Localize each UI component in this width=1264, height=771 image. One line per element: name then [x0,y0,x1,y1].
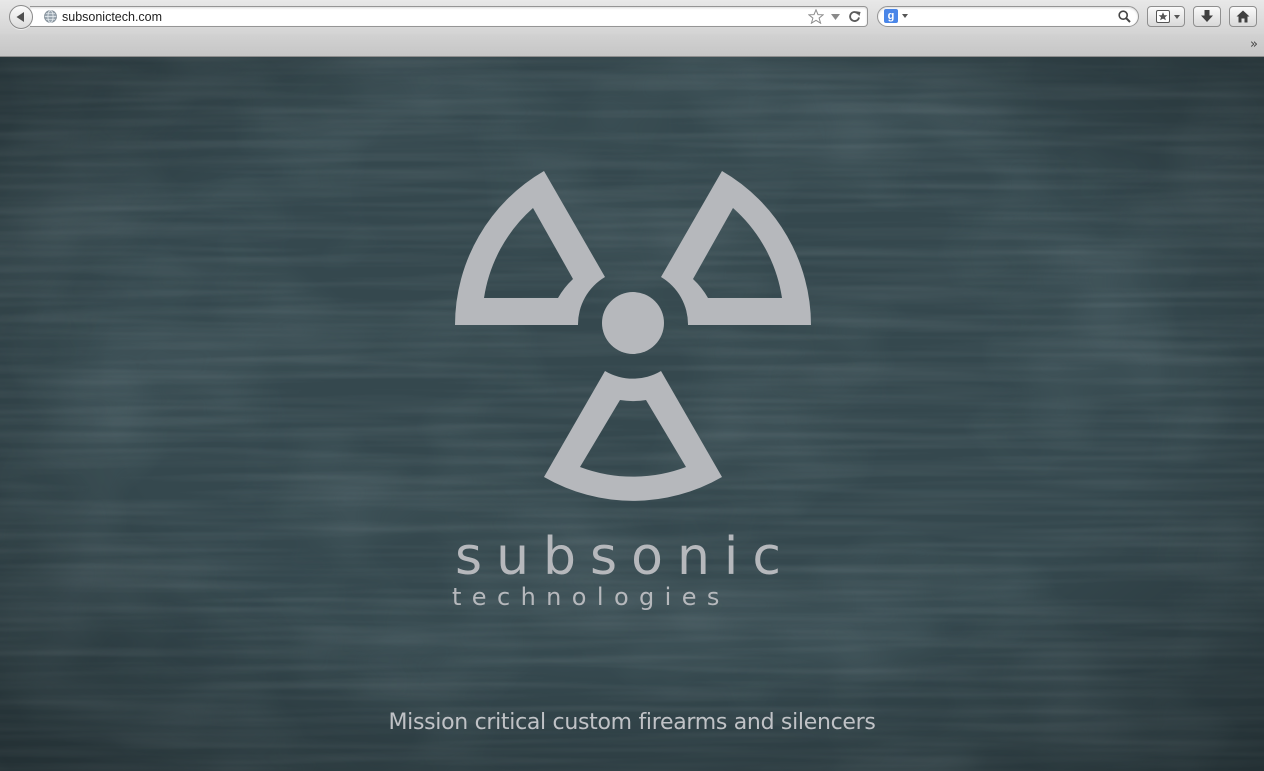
chevron-double-right-icon[interactable]: » [1250,36,1258,54]
home-button[interactable] [1229,6,1257,27]
search-engine-button[interactable]: g [884,9,898,23]
reload-icon[interactable] [848,10,861,23]
bookmarks-button[interactable] [1147,6,1185,27]
chevron-down-icon[interactable] [902,14,908,18]
url-text[interactable]: subsonictech.com [62,8,162,26]
browser-window: subsonictech.com g » subsonic technologi… [0,0,1264,771]
logo-subtitle: technologies [452,583,730,611]
search-icon[interactable] [1118,10,1131,23]
download-icon [1201,10,1213,22]
dropmark-icon[interactable] [831,14,840,20]
tagline: Mission critical custom firearms and sil… [388,710,876,735]
star-icon[interactable] [808,9,824,24]
radiation-trefoil-icon [455,171,811,501]
url-bar[interactable]: subsonictech.com [30,6,868,27]
search-bar[interactable]: g [877,6,1139,27]
back-button[interactable] [9,5,33,29]
bookmarks-icon [1156,10,1170,23]
back-arrow-icon [16,12,24,22]
browser-toolbar: subsonictech.com g [0,0,1264,34]
chevron-down-icon [1174,15,1180,19]
home-icon [1236,10,1250,23]
bookmarks-toolbar: » [0,34,1264,57]
downloads-button[interactable] [1193,6,1221,27]
logo-wordmark: subsonic [455,527,795,587]
page-viewport: subsonic technologies Mission critical c… [0,57,1264,771]
globe-icon [44,10,57,23]
search-input[interactable] [912,8,1116,27]
